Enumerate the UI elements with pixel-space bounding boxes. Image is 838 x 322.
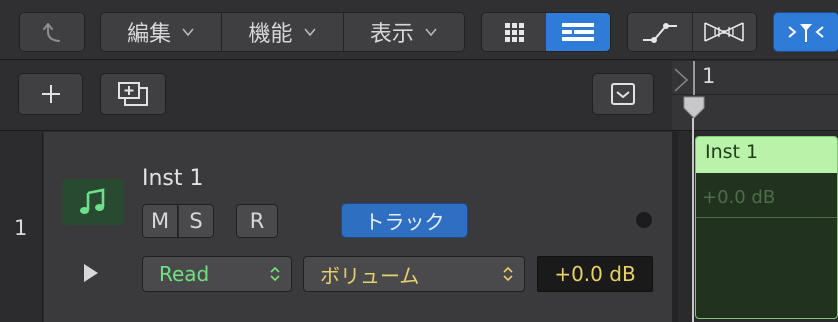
automation-value-field[interactable]: +0.0 dB [537, 256, 653, 292]
automation-curve-icon [642, 23, 677, 43]
catch-playhead-icon [788, 24, 824, 42]
bar-number: 1 [702, 64, 716, 88]
automation-mode-select[interactable]: Read [142, 256, 292, 292]
duplicate-track-icon [118, 82, 148, 106]
up-down-chevron-icon [270, 266, 280, 282]
duplicate-track-button[interactable] [100, 73, 166, 115]
view-menu-label: 表示 [369, 22, 414, 47]
global-tracks-button[interactable] [592, 73, 654, 115]
track-list-icon [562, 23, 594, 41]
chevron-down-icon [425, 28, 437, 37]
track-number: 1 [14, 216, 28, 240]
playhead-line[interactable] [692, 118, 694, 322]
play-triangle-icon[interactable] [82, 262, 100, 284]
track-number-column: 1 [0, 132, 43, 322]
collapse-icon [611, 83, 635, 105]
flex-waveform-icon [704, 22, 745, 42]
edit-menu[interactable]: 編集 [101, 13, 223, 51]
view-menu[interactable]: 表示 [344, 13, 464, 51]
playhead-handle-icon[interactable] [683, 96, 705, 120]
timeline-edge [672, 132, 678, 322]
midi-region[interactable]: Inst 1 +0.0 dB [695, 136, 838, 319]
flex-button[interactable] [693, 13, 757, 51]
automation-mode-value: Read [159, 262, 210, 286]
track-automation-button[interactable]: トラック [341, 203, 468, 238]
automation-button[interactable] [628, 13, 693, 51]
tracks-area[interactable]: Inst 1 +0.0 dB [672, 132, 838, 322]
left-locator-icon [674, 68, 689, 92]
automation-line[interactable] [696, 217, 837, 218]
back-arrow-icon [43, 23, 60, 42]
music-note-icon [80, 188, 105, 214]
grid-view-button[interactable] [482, 13, 546, 51]
region-name: Inst 1 [696, 137, 837, 173]
bar-ruler[interactable]: 1 [672, 61, 838, 95]
track-header[interactable]: Inst 1 M S R トラック Read ボリューム +0.0 dB [44, 132, 672, 322]
list-view-button[interactable] [546, 13, 610, 51]
automation-parameter-select[interactable]: ボリューム [303, 256, 525, 292]
plus-icon [41, 85, 60, 103]
bar-tick [693, 61, 695, 95]
edit-menu-label: 編集 [127, 22, 172, 47]
mute-button[interactable]: M [142, 204, 178, 238]
chevron-down-icon [303, 28, 316, 37]
chevron-down-icon [182, 28, 194, 37]
tracks-header-bar [0, 61, 672, 131]
menu-bar: 編集 機能 表示 [100, 12, 465, 52]
track-indicator-dot [636, 212, 652, 228]
automation-group [627, 12, 757, 52]
add-track-button[interactable] [18, 73, 83, 115]
instrument-track-icon[interactable] [62, 179, 124, 225]
functions-menu-label: 機能 [248, 22, 293, 47]
catch-playhead-button[interactable] [773, 12, 838, 52]
back-button[interactable] [19, 12, 85, 52]
track-name[interactable]: Inst 1 [142, 166, 204, 191]
region-automation-value: +0.0 dB [702, 187, 776, 208]
automation-parameter-value: ボリューム [320, 263, 420, 288]
grid-icon [505, 23, 524, 42]
record-enable-button[interactable]: R [236, 204, 278, 238]
view-mode-toggle [481, 12, 611, 52]
timeline-ruler[interactable]: 1 [672, 61, 838, 131]
up-down-chevron-icon [503, 266, 513, 282]
functions-menu[interactable]: 機能 [222, 13, 344, 51]
solo-button[interactable]: S [178, 204, 214, 238]
main-toolbar: 編集 機能 表示 [0, 0, 838, 60]
